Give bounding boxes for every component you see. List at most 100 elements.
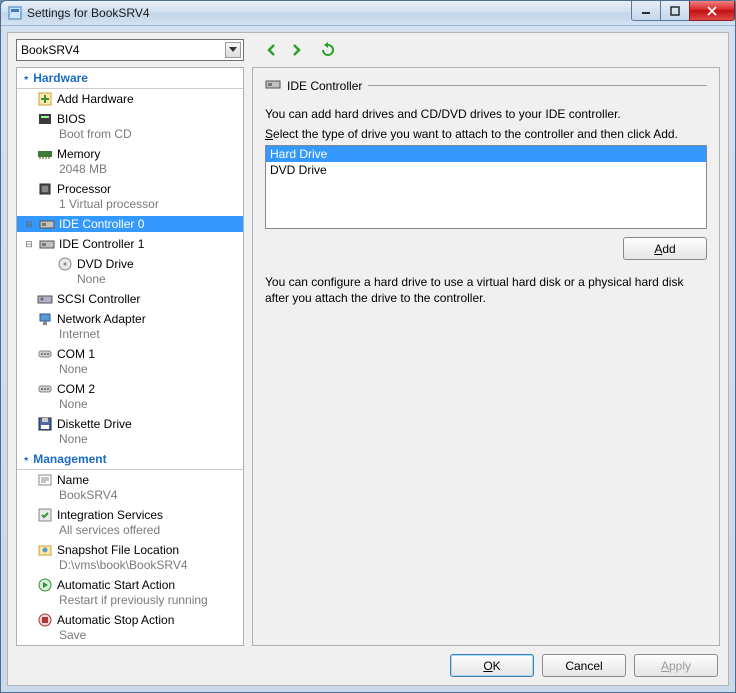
tree-item[interactable]: Snapshot File LocationD:\vms\book\BookSR… xyxy=(17,540,243,575)
tree-item[interactable]: Memory2048 MB xyxy=(17,144,243,179)
titlebar: Settings for BookSRV4 xyxy=(1,1,735,26)
app-icon xyxy=(7,5,23,21)
tree-item-label: Automatic Start Action xyxy=(57,578,175,592)
expand-icon[interactable]: ⊞ xyxy=(23,219,35,230)
add-button[interactable]: Add xyxy=(623,237,707,260)
tree-item[interactable]: COM 1None xyxy=(17,344,243,379)
tree-item[interactable]: NameBookSRV4 xyxy=(17,470,243,505)
start-icon xyxy=(37,577,53,593)
tree-item-label: Snapshot File Location xyxy=(57,543,179,557)
tree-item[interactable]: Automatic Start ActionRestart if previou… xyxy=(17,575,243,610)
minimize-button[interactable] xyxy=(631,1,661,21)
drive-type-item[interactable]: DVD Drive xyxy=(266,162,706,178)
ok-button[interactable]: OK xyxy=(450,654,534,677)
ide-icon xyxy=(39,236,55,252)
tree-item[interactable]: ⊟ IDE Controller 1 xyxy=(17,234,243,254)
hardware-category-header[interactable]: ⋆ Hardware xyxy=(17,68,243,89)
header-divider xyxy=(368,85,707,86)
tree-item-label: SCSI Controller xyxy=(57,292,140,306)
floppy-icon xyxy=(37,416,53,432)
settings-window: Settings for BookSRV4 BookSRV4 ⋆ Hardw xyxy=(0,0,736,693)
tree-item-label: COM 2 xyxy=(57,382,95,396)
tree-item-subtext: BookSRV4 xyxy=(17,488,243,503)
dvd-icon xyxy=(57,256,73,272)
tree-item-subtext: None xyxy=(17,397,243,412)
tree-item-subtext: Restart if previously running xyxy=(17,593,243,608)
tree-item[interactable]: COM 2None xyxy=(17,379,243,414)
apply-button[interactable]: Apply xyxy=(634,654,718,677)
tree-item-subtext: None xyxy=(17,432,243,447)
drive-type-list[interactable]: Hard DriveDVD Drive xyxy=(265,145,707,229)
tree-item-subtext: None xyxy=(17,362,243,377)
drive-type-item[interactable]: Hard Drive xyxy=(266,146,706,162)
cancel-button[interactable]: Cancel xyxy=(542,654,626,677)
pane-instruction: Select the type of drive you want to att… xyxy=(265,127,707,141)
tree-item-label: Integration Services xyxy=(57,508,163,522)
pane-hint: You can configure a hard drive to use a … xyxy=(265,274,707,306)
chevron-down-icon xyxy=(225,42,241,58)
dialog-footer: OK Cancel Apply xyxy=(16,646,720,679)
tree-item-label: Name xyxy=(57,473,89,487)
stop-icon xyxy=(37,612,53,628)
name-icon xyxy=(37,472,53,488)
tree-item-subtext: All services offered xyxy=(17,523,243,538)
tree-item-label: Automatic Stop Action xyxy=(57,613,174,627)
ide-icon xyxy=(39,216,55,232)
vm-selector-combo[interactable]: BookSRV4 xyxy=(16,39,244,61)
add-icon xyxy=(37,91,53,107)
pane-header: IDE Controller xyxy=(287,79,362,93)
tree-item-label: Network Adapter xyxy=(57,312,146,326)
tree-item-label: Memory xyxy=(57,147,100,161)
content-area: BookSRV4 ⋆ Hardware Add Hardware BIOSBoot… xyxy=(7,32,729,686)
com-icon xyxy=(37,381,53,397)
tree-item-label: BIOS xyxy=(57,112,86,126)
management-category-header[interactable]: ⋆ Management xyxy=(17,449,243,470)
tree-item[interactable]: ⊞ IDE Controller 0 xyxy=(17,214,243,234)
nav-forward-icon[interactable] xyxy=(286,40,306,60)
tree-item[interactable]: Processor1 Virtual processor xyxy=(17,179,243,214)
collapse-icon: ⋆ xyxy=(23,454,29,465)
maximize-button[interactable] xyxy=(660,1,690,21)
refresh-icon[interactable] xyxy=(318,40,338,60)
tree-item-subtext: Internet xyxy=(17,327,243,342)
tree-item-label: IDE Controller 1 xyxy=(59,237,144,251)
tree-item-label: Diskette Drive xyxy=(57,417,132,431)
tree-item[interactable]: Add Hardware xyxy=(17,89,243,109)
cpu-icon xyxy=(37,181,53,197)
hardware-tree[interactable]: ⋆ Hardware Add HardwareBIOSBoot from CDM… xyxy=(16,67,244,646)
tree-item[interactable]: Diskette DriveNone xyxy=(17,414,243,449)
tree-item-label: Processor xyxy=(57,182,111,196)
integ-icon xyxy=(37,507,53,523)
tree-item-label: Add Hardware xyxy=(57,92,134,106)
ide-controller-icon xyxy=(265,76,281,95)
scsi-icon xyxy=(37,291,53,307)
pane-description: You can add hard drives and CD/DVD drive… xyxy=(265,107,707,121)
com-icon xyxy=(37,346,53,362)
vm-selector-value: BookSRV4 xyxy=(21,43,79,57)
tree-item-subtext: 1 Virtual processor xyxy=(17,197,243,212)
collapse-icon: ⋆ xyxy=(23,73,29,84)
mem-icon xyxy=(37,146,53,162)
window-title: Settings for BookSRV4 xyxy=(27,6,632,20)
tree-item[interactable]: BIOSBoot from CD xyxy=(17,109,243,144)
tree-item-subtext: Boot from CD xyxy=(17,127,243,142)
close-button[interactable] xyxy=(689,1,735,21)
tree-item[interactable]: Integration ServicesAll services offered xyxy=(17,505,243,540)
tree-item-subtext: None xyxy=(17,272,243,287)
tree-item[interactable]: DVD DriveNone xyxy=(17,254,243,289)
tree-item[interactable]: Automatic Stop ActionSave xyxy=(17,610,243,645)
tree-item-label: COM 1 xyxy=(57,347,95,361)
toolbar: BookSRV4 xyxy=(16,39,720,61)
tree-item[interactable]: SCSI Controller xyxy=(17,289,243,309)
net-icon xyxy=(37,311,53,327)
details-pane: IDE Controller You can add hard drives a… xyxy=(252,67,720,646)
nav-back-icon[interactable] xyxy=(262,40,282,60)
collapse-icon[interactable]: ⊟ xyxy=(23,239,35,250)
tree-item-subtext: D:\vms\book\BookSRV4 xyxy=(17,558,243,573)
snap-icon xyxy=(37,542,53,558)
tree-item[interactable]: Network AdapterInternet xyxy=(17,309,243,344)
tree-item-subtext: Save xyxy=(17,628,243,643)
bios-icon xyxy=(37,111,53,127)
tree-item-label: IDE Controller 0 xyxy=(59,217,144,231)
tree-item-label: DVD Drive xyxy=(77,257,134,271)
